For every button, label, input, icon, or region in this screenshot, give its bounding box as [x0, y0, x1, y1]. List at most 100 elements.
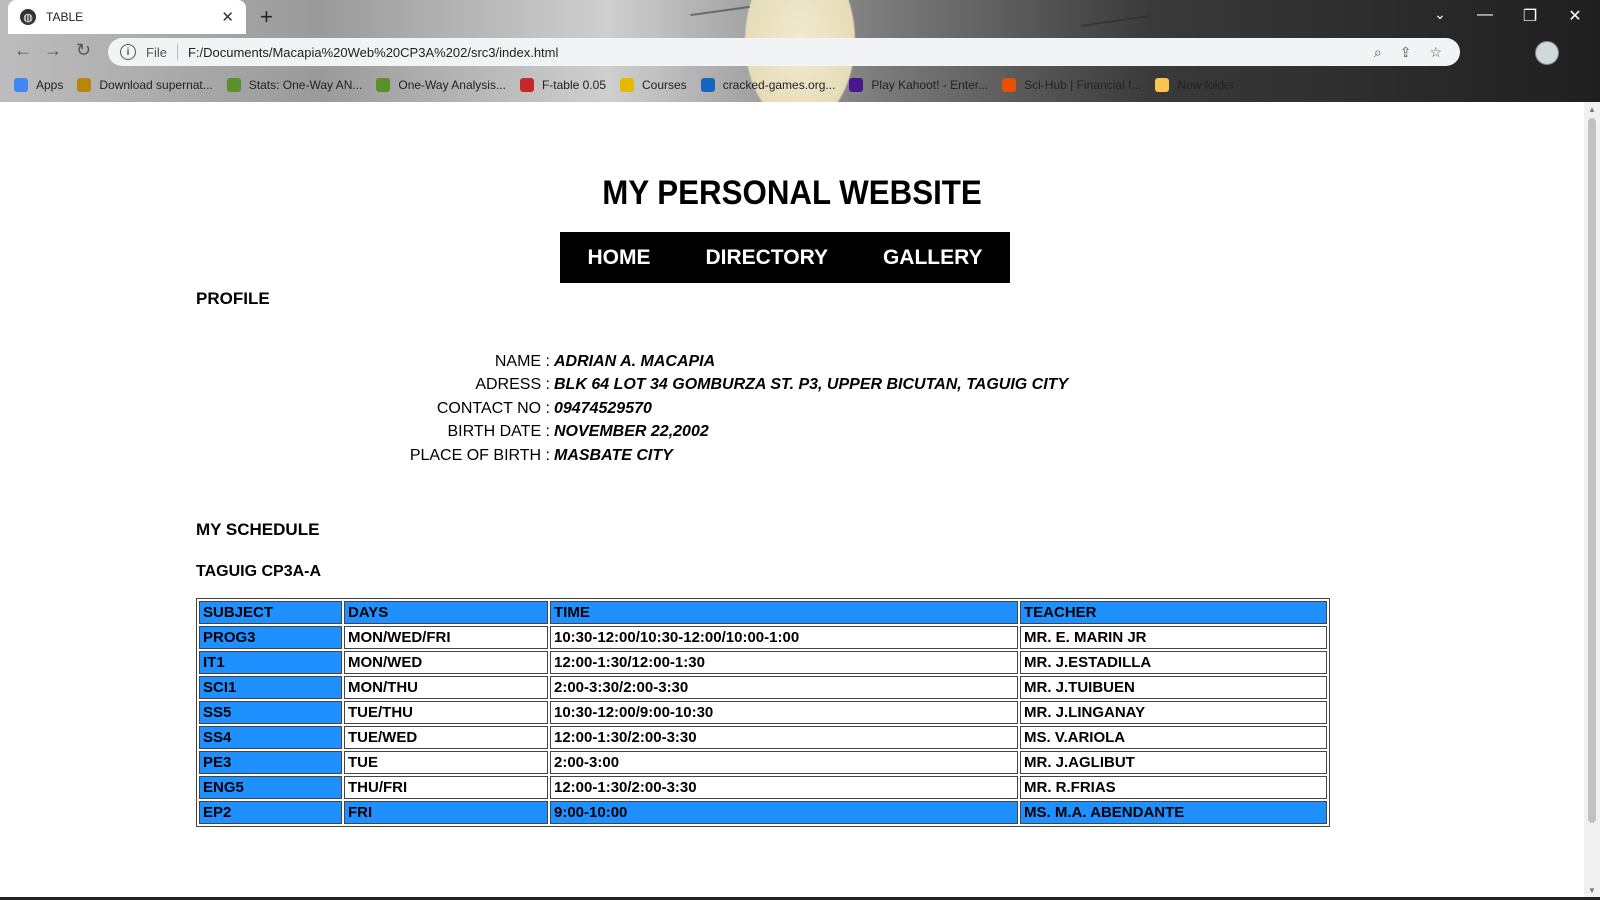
table-cell: 9:00-10:00 [550, 801, 1018, 824]
favicon-icon [700, 78, 715, 92]
bookmark-item[interactable]: Sci-Hub | Financial f... [1002, 78, 1141, 92]
forward-icon[interactable]: → [44, 40, 62, 61]
table-cell: MR. J.AGLIBUT [1020, 751, 1327, 774]
favicon-icon [77, 78, 92, 92]
address-bar[interactable]: i File F:/Documents/Macapia%20Web%20CP3A… [108, 38, 1460, 66]
bookmark-item[interactable]: Apps [14, 78, 63, 92]
close-window-icon[interactable]: ✕ [1555, 6, 1595, 26]
profile-row: NAME : ADRIAN A. MACAPIA [0, 350, 1584, 374]
table-cell: TUE/THU [344, 701, 548, 724]
info-icon[interactable]: i [120, 44, 136, 60]
background-streak [1080, 15, 1150, 27]
profile-label: BIRTH DATE : [447, 423, 550, 441]
table-cell: ENG5 [199, 776, 342, 799]
scroll-down-icon[interactable]: ▼ [1588, 886, 1596, 895]
table-cell: SCI1 [199, 676, 342, 699]
bookmark-label: One-Way Analysis... [398, 78, 506, 92]
table-row: PE3 TUE 2:00-3:00 MR. J.AGLIBUT [199, 751, 1327, 774]
favicon-icon [226, 78, 241, 92]
minimize-icon[interactable]: — [1465, 6, 1505, 24]
profile-row: PLACE OF BIRTH : MASBATE CITY [0, 444, 1584, 468]
table-cell: 2:00-3:00 [550, 751, 1018, 774]
bookmark-item[interactable]: Courses [620, 78, 687, 92]
table-cell: 12:00-1:30/2:00-3:30 [550, 776, 1018, 799]
profile-value: 09474529570 [554, 399, 652, 417]
table-cell: MR. J.LINGANAY [1020, 701, 1327, 724]
table-cell: 10:30-12:00/9:00-10:30 [550, 701, 1018, 724]
favicon-icon [620, 78, 634, 92]
share-icon[interactable]: ⇪ [1400, 44, 1412, 61]
profile-avatar[interactable] [1535, 41, 1559, 65]
background-streak [690, 5, 750, 17]
bookmark-label: F-table 0.05 [541, 78, 606, 92]
profile-label: PLACE OF BIRTH : [409, 446, 550, 464]
table-cell: MR. R.FRIAS [1020, 776, 1327, 799]
bookmark-item[interactable]: F-table 0.05 [519, 78, 606, 92]
favicon-icon [1002, 78, 1017, 92]
table-cell: IT1 [199, 651, 342, 674]
table-row: IT1 MON/WED 12:00-1:30/12:00-1:30 MR. J.EST… [199, 651, 1327, 674]
url-text[interactable]: F:/Documents/Macapia%20Web%20CP3A%202/sr… [188, 45, 1374, 60]
restore-icon[interactable]: ❐ [1510, 6, 1550, 26]
bookmark-item[interactable]: One-Way Analysis... [376, 78, 506, 92]
bookmark-item[interactable]: Play Kahoot! - Enter... [849, 78, 988, 92]
profile-value: ADRIAN A. MACAPIA [554, 352, 716, 370]
nav-home[interactable]: HOME [587, 246, 650, 270]
scroll-thumb[interactable] [1588, 118, 1596, 823]
favicon-icon [849, 78, 864, 92]
table-cell: MON/WED/FRI [344, 626, 548, 649]
bookmark-item[interactable]: cracked-games.org... [700, 78, 836, 92]
bookmark-label: Sci-Hub | Financial f... [1024, 78, 1142, 92]
zoom-icon[interactable]: ⌕ [1374, 44, 1382, 61]
column-header: TIME [550, 601, 1018, 624]
profile-label: ADRESS : [475, 376, 550, 394]
globe-icon: ◍ [20, 9, 36, 25]
star-icon[interactable]: ☆ [1429, 44, 1442, 61]
bookmark-item[interactable]: New folder [1155, 78, 1235, 92]
back-icon[interactable]: ← [14, 40, 32, 61]
profile-value: NOVEMBER 22,2002 [554, 423, 709, 441]
site-title: MY PERSONAL WEBSITE [602, 174, 982, 212]
browser-tab[interactable]: ◍ TABLE ✕ [8, 0, 246, 34]
bookmark-label: Play Kahoot! - Enter... [871, 78, 989, 92]
table-cell: 12:00-1:30/2:00-3:30 [550, 726, 1018, 749]
bookmark-label: Courses [642, 78, 687, 92]
bookmark-item[interactable]: Stats: One-Way AN... [226, 78, 362, 92]
bookmark-label: New folder [1177, 78, 1235, 92]
table-cell: SS5 [199, 701, 342, 724]
profile-value: MASBATE CITY [554, 446, 673, 464]
profile-row: CONTACT NO :09474529570 [0, 397, 1584, 421]
reload-icon[interactable]: ↻ [76, 40, 91, 61]
column-header: SUBJECT [199, 601, 342, 624]
table-row: SS5 TUE/THU 10:30-12:00/9:00-10:30 MR. J.LI… [199, 701, 1327, 724]
scroll-up-icon[interactable]: ▲ [1588, 105, 1596, 114]
profile-heading: PROFILE [196, 289, 270, 308]
bookmark-label: Apps [36, 78, 64, 92]
new-tab-icon[interactable]: + [260, 4, 273, 30]
table-cell: MON/WED [344, 651, 548, 674]
file-label: File [146, 44, 167, 60]
favicon-icon [376, 78, 391, 92]
main-nav: HOME DIRECTORY GALLERY [560, 232, 1010, 283]
nav-gallery[interactable]: GALLERY [883, 246, 983, 270]
bookmark-item[interactable]: Download supernat... [77, 78, 213, 92]
scrollbar[interactable]: ▲ ▼ [1584, 102, 1600, 900]
tab-search-icon[interactable]: ⌄ [1420, 6, 1460, 23]
table-cell: MS. M.A. ABENDANTE [1020, 801, 1327, 824]
folder-icon [1155, 78, 1170, 92]
table-cell: MR. E. MARIN JR [1020, 626, 1327, 649]
profile-row: ADRESS : BLK 64 LOT 34 GOMBURZA ST. P3, U… [0, 374, 1584, 398]
bookmark-label: cracked-games.org... [722, 78, 836, 92]
table-cell: MON/THU [344, 676, 548, 699]
table-cell: PROG3 [199, 626, 342, 649]
table-row: SS4 TUE/WED 12:00-1:30/2:00-3:30 MS. V.ARIO… [199, 726, 1327, 749]
table-cell: MS. V.ARIOLA [1020, 726, 1327, 749]
profile-details: NAME : ADRIAN A. MACAPIA ADRESS : BLK 64 LO… [0, 350, 1584, 468]
table-row: SCI1 MON/THU 2:00-3:30/2:00-3:30 MR. J.TUIB… [199, 676, 1327, 699]
tab-close-icon[interactable]: ✕ [221, 8, 234, 26]
nav-directory[interactable]: DIRECTORY [705, 246, 828, 270]
column-header: TEACHER [1020, 601, 1327, 624]
table-cell: SS4 [199, 726, 342, 749]
browser-chrome: ◍ TABLE ✕ + ⌄ — ❐ ✕ ← → ↻ i File F:/Docu… [0, 0, 1600, 102]
separator [176, 44, 178, 60]
